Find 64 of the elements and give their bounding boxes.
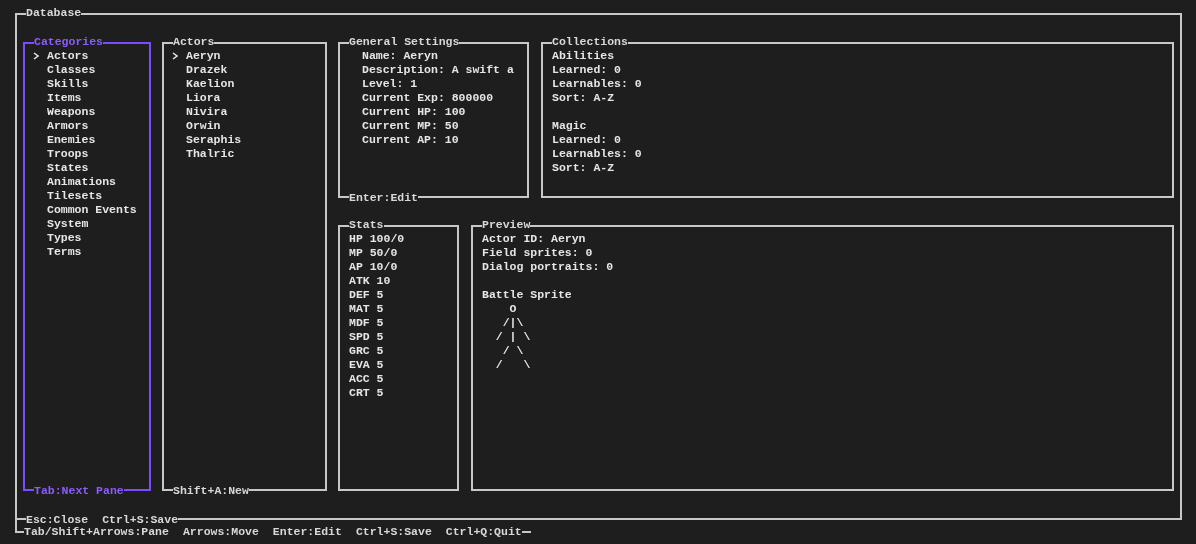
setting-field: Current Exp: 800000 (362, 91, 527, 105)
preview-line: Actor ID: Aeryn (482, 232, 587, 246)
stat-line: SPD 5 (349, 330, 385, 344)
list-item[interactable]: Actors (33, 49, 149, 63)
list-item[interactable]: Tilesets (33, 189, 149, 203)
stat-line: HP 100/0 (349, 232, 406, 246)
collection-line: Learnables: 0 (552, 77, 643, 91)
stat-line: ACC 5 (349, 372, 385, 386)
list-item[interactable]: Classes (33, 63, 149, 77)
list-item[interactable]: Nivira (172, 105, 325, 119)
list-item[interactable]: Liora (172, 91, 325, 105)
stat-line: MP 50/0 (349, 246, 399, 260)
stat-line: AP 10/0 (349, 260, 399, 274)
collection-line: Learned: 0 (552, 63, 622, 77)
setting-field: Current HP: 100 (362, 105, 527, 119)
setting-field: Current MP: 50 (362, 119, 527, 133)
stat-line: GRC 5 (349, 344, 385, 358)
list-item[interactable]: Thalric (172, 147, 325, 161)
list-item[interactable]: Troops (33, 147, 149, 161)
shortcut-hint: Enter:Edit (272, 525, 342, 539)
stat-line: EVA 5 (349, 358, 385, 372)
shortcut-hint: Ctrl+S:Save (355, 525, 432, 539)
shortcut-hint: Tab/Shift+Arrows:Pane (24, 525, 169, 539)
list-item[interactable]: Weapons (33, 105, 149, 119)
list-item[interactable]: Enemies (33, 133, 149, 147)
list-item[interactable]: Types (33, 231, 149, 245)
setting-field: Current AP: 10 (362, 133, 527, 147)
list-item[interactable]: Kaelion (172, 77, 325, 91)
list-item[interactable]: System (33, 217, 149, 231)
shortcut-hint: Arrows:Move (182, 525, 259, 539)
stat-line: DEF 5 (349, 288, 385, 302)
shortcut-hint: Esc:Close (26, 513, 89, 527)
stat-line: CRT 5 (349, 386, 385, 400)
group-heading: Magic (552, 119, 588, 133)
setting-field: Description: A swift a (362, 63, 527, 77)
setting-field: Name: Aeryn (362, 49, 527, 63)
group-heading: Abilities (552, 49, 616, 63)
list-item[interactable]: Orwin (172, 119, 325, 133)
pane-title: Categories (34, 35, 103, 49)
collection-line: Sort: A-Z (552, 161, 616, 175)
sprite-heading: Battle Sprite (482, 288, 573, 302)
preview-line: Field sprites: 0 (482, 246, 594, 260)
list-item[interactable]: States (33, 161, 149, 175)
list-item[interactable]: Items (33, 91, 149, 105)
list-item[interactable]: Animations (33, 175, 149, 189)
list-item[interactable]: Aeryn (172, 49, 325, 63)
list-item[interactable]: Armors (33, 119, 149, 133)
pane-title: General Settings (349, 35, 460, 49)
stat-line: MAT 5 (349, 302, 385, 316)
shortcut-hint: Ctrl+S:Save (102, 513, 179, 527)
setting-field: Level: 1 (362, 77, 527, 91)
stat-line: ATK 10 (349, 274, 392, 288)
preview-line: Dialog portraits: 0 (482, 260, 615, 274)
list-item[interactable]: Seraphis (172, 133, 325, 147)
collection-line: Learnables: 0 (552, 147, 643, 161)
collection-line: Learned: 0 (552, 133, 622, 147)
ascii-sprite-drawing: O /|\ / | \ / \ / \ (494, 302, 531, 372)
list-item[interactable]: Skills (33, 77, 149, 91)
stat-line: MDF 5 (349, 316, 385, 330)
shortcut-hint: Ctrl+Q:Quit (445, 525, 522, 539)
list-item[interactable]: Common Events (33, 203, 149, 217)
list-item[interactable]: Drazek (172, 63, 325, 77)
collection-line: Sort: A-Z (552, 91, 616, 105)
list-item[interactable]: Terms (33, 245, 149, 259)
